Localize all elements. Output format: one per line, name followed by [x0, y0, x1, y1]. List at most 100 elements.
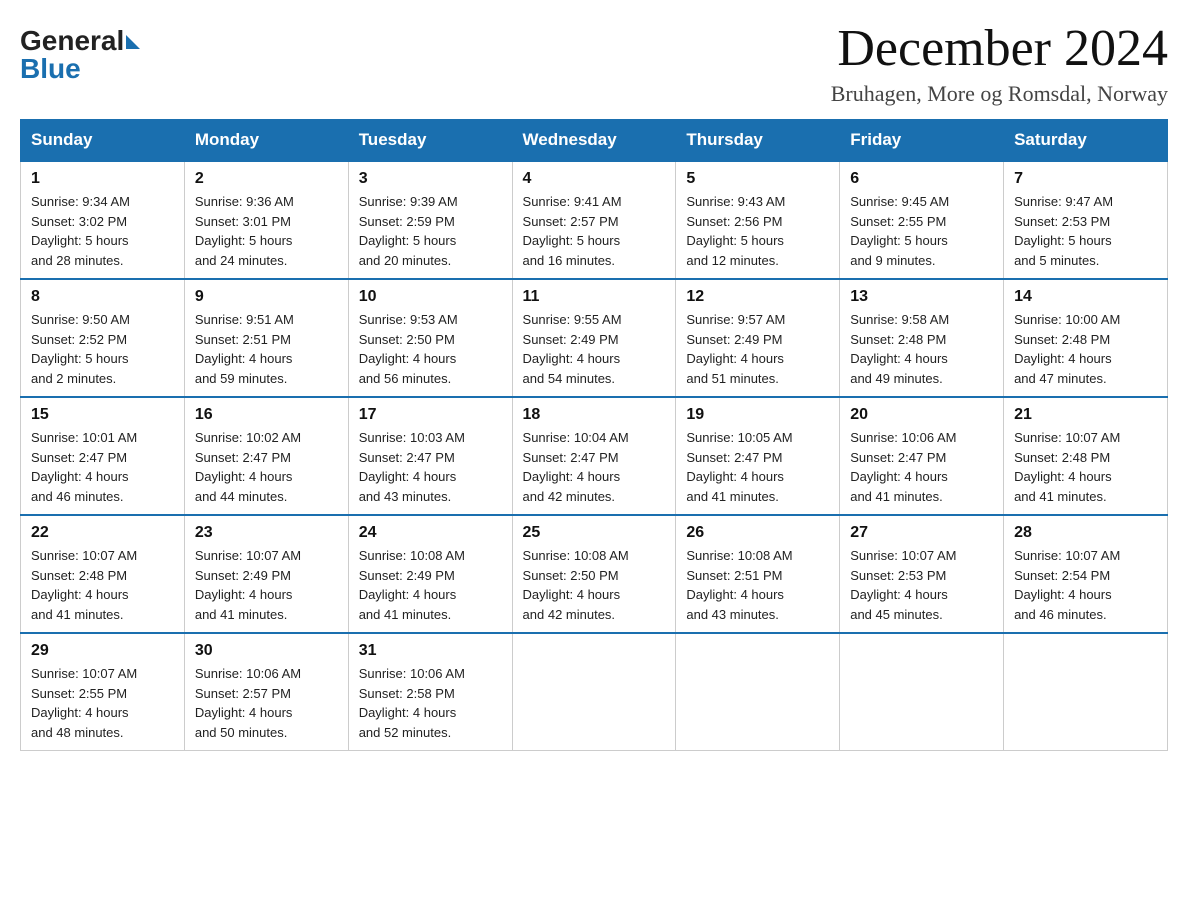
day-detail: Sunrise: 10:03 AMSunset: 2:47 PMDaylight…	[359, 430, 465, 504]
day-detail: Sunrise: 10:06 AMSunset: 2:47 PMDaylight…	[850, 430, 956, 504]
day-of-week-thursday: Thursday	[676, 120, 840, 162]
calendar-cell: 21 Sunrise: 10:07 AMSunset: 2:48 PMDayli…	[1004, 397, 1168, 515]
day-number: 9	[195, 288, 338, 306]
day-number: 6	[850, 170, 993, 188]
day-detail: Sunrise: 10:05 AMSunset: 2:47 PMDaylight…	[686, 430, 792, 504]
day-number: 18	[523, 406, 666, 424]
day-number: 3	[359, 170, 502, 188]
day-detail: Sunrise: 9:47 AMSunset: 2:53 PMDaylight:…	[1014, 194, 1113, 268]
day-detail: Sunrise: 9:51 AMSunset: 2:51 PMDaylight:…	[195, 312, 294, 386]
day-number: 12	[686, 288, 829, 306]
calendar-cell: 6 Sunrise: 9:45 AMSunset: 2:55 PMDayligh…	[840, 161, 1004, 279]
day-of-week-monday: Monday	[184, 120, 348, 162]
calendar-cell: 15 Sunrise: 10:01 AMSunset: 2:47 PMDayli…	[21, 397, 185, 515]
day-number: 2	[195, 170, 338, 188]
day-number: 26	[686, 524, 829, 542]
day-number: 8	[31, 288, 174, 306]
calendar-cell: 2 Sunrise: 9:36 AMSunset: 3:01 PMDayligh…	[184, 161, 348, 279]
day-number: 4	[523, 170, 666, 188]
day-number: 28	[1014, 524, 1157, 542]
calendar-cell: 19 Sunrise: 10:05 AMSunset: 2:47 PMDayli…	[676, 397, 840, 515]
day-detail: Sunrise: 10:06 AMSunset: 2:58 PMDaylight…	[359, 666, 465, 740]
day-detail: Sunrise: 10:07 AMSunset: 2:48 PMDaylight…	[31, 548, 137, 622]
day-number: 13	[850, 288, 993, 306]
day-detail: Sunrise: 9:53 AMSunset: 2:50 PMDaylight:…	[359, 312, 458, 386]
calendar-header: SundayMondayTuesdayWednesdayThursdayFrid…	[21, 120, 1168, 162]
calendar-cell: 4 Sunrise: 9:41 AMSunset: 2:57 PMDayligh…	[512, 161, 676, 279]
calendar-cell: 28 Sunrise: 10:07 AMSunset: 2:54 PMDayli…	[1004, 515, 1168, 633]
calendar-cell: 7 Sunrise: 9:47 AMSunset: 2:53 PMDayligh…	[1004, 161, 1168, 279]
day-detail: Sunrise: 10:02 AMSunset: 2:47 PMDaylight…	[195, 430, 301, 504]
day-detail: Sunrise: 9:55 AMSunset: 2:49 PMDaylight:…	[523, 312, 622, 386]
day-number: 7	[1014, 170, 1157, 188]
day-number: 30	[195, 642, 338, 660]
calendar-cell: 14 Sunrise: 10:00 AMSunset: 2:48 PMDayli…	[1004, 279, 1168, 397]
calendar-cell: 24 Sunrise: 10:08 AMSunset: 2:49 PMDayli…	[348, 515, 512, 633]
day-number: 25	[523, 524, 666, 542]
month-title: December 2024	[831, 20, 1168, 77]
day-detail: Sunrise: 10:07 AMSunset: 2:53 PMDaylight…	[850, 548, 956, 622]
day-number: 22	[31, 524, 174, 542]
day-number: 17	[359, 406, 502, 424]
day-number: 29	[31, 642, 174, 660]
day-detail: Sunrise: 9:58 AMSunset: 2:48 PMDaylight:…	[850, 312, 949, 386]
calendar-cell: 22 Sunrise: 10:07 AMSunset: 2:48 PMDayli…	[21, 515, 185, 633]
day-of-week-wednesday: Wednesday	[512, 120, 676, 162]
calendar-table: SundayMondayTuesdayWednesdayThursdayFrid…	[20, 119, 1168, 751]
calendar-cell: 30 Sunrise: 10:06 AMSunset: 2:57 PMDayli…	[184, 633, 348, 751]
day-of-week-tuesday: Tuesday	[348, 120, 512, 162]
day-detail: Sunrise: 9:39 AMSunset: 2:59 PMDaylight:…	[359, 194, 458, 268]
day-of-week-sunday: Sunday	[21, 120, 185, 162]
day-number: 21	[1014, 406, 1157, 424]
logo-arrow-icon	[126, 35, 140, 49]
calendar-cell: 5 Sunrise: 9:43 AMSunset: 2:56 PMDayligh…	[676, 161, 840, 279]
title-block: December 2024 Bruhagen, More og Romsdal,…	[831, 20, 1168, 107]
calendar-cell: 17 Sunrise: 10:03 AMSunset: 2:47 PMDayli…	[348, 397, 512, 515]
calendar-cell: 11 Sunrise: 9:55 AMSunset: 2:49 PMDaylig…	[512, 279, 676, 397]
logo-general-text: General	[20, 25, 124, 56]
day-detail: Sunrise: 10:07 AMSunset: 2:48 PMDaylight…	[1014, 430, 1120, 504]
day-number: 27	[850, 524, 993, 542]
day-detail: Sunrise: 10:07 AMSunset: 2:55 PMDaylight…	[31, 666, 137, 740]
calendar-cell: 16 Sunrise: 10:02 AMSunset: 2:47 PMDayli…	[184, 397, 348, 515]
calendar-cell: 26 Sunrise: 10:08 AMSunset: 2:51 PMDayli…	[676, 515, 840, 633]
week-row-2: 8 Sunrise: 9:50 AMSunset: 2:52 PMDayligh…	[21, 279, 1168, 397]
day-detail: Sunrise: 9:50 AMSunset: 2:52 PMDaylight:…	[31, 312, 130, 386]
page-header: General Blue December 2024 Bruhagen, Mor…	[20, 20, 1168, 107]
logo: General Blue	[20, 20, 140, 85]
day-detail: Sunrise: 10:01 AMSunset: 2:47 PMDaylight…	[31, 430, 137, 504]
calendar-body: 1 Sunrise: 9:34 AMSunset: 3:02 PMDayligh…	[21, 161, 1168, 751]
day-detail: Sunrise: 9:34 AMSunset: 3:02 PMDaylight:…	[31, 194, 130, 268]
day-number: 10	[359, 288, 502, 306]
calendar-cell	[1004, 633, 1168, 751]
week-row-5: 29 Sunrise: 10:07 AMSunset: 2:55 PMDayli…	[21, 633, 1168, 751]
calendar-cell: 23 Sunrise: 10:07 AMSunset: 2:49 PMDayli…	[184, 515, 348, 633]
day-number: 31	[359, 642, 502, 660]
week-row-3: 15 Sunrise: 10:01 AMSunset: 2:47 PMDayli…	[21, 397, 1168, 515]
calendar-cell: 27 Sunrise: 10:07 AMSunset: 2:53 PMDayli…	[840, 515, 1004, 633]
calendar-cell: 1 Sunrise: 9:34 AMSunset: 3:02 PMDayligh…	[21, 161, 185, 279]
day-number: 19	[686, 406, 829, 424]
day-detail: Sunrise: 10:06 AMSunset: 2:57 PMDaylight…	[195, 666, 301, 740]
logo-blue-text: Blue	[20, 53, 140, 85]
calendar-cell: 9 Sunrise: 9:51 AMSunset: 2:51 PMDayligh…	[184, 279, 348, 397]
day-number: 24	[359, 524, 502, 542]
calendar-cell	[512, 633, 676, 751]
days-of-week-row: SundayMondayTuesdayWednesdayThursdayFrid…	[21, 120, 1168, 162]
day-number: 23	[195, 524, 338, 542]
day-detail: Sunrise: 9:43 AMSunset: 2:56 PMDaylight:…	[686, 194, 785, 268]
calendar-cell: 25 Sunrise: 10:08 AMSunset: 2:50 PMDayli…	[512, 515, 676, 633]
calendar-cell: 8 Sunrise: 9:50 AMSunset: 2:52 PMDayligh…	[21, 279, 185, 397]
calendar-cell: 31 Sunrise: 10:06 AMSunset: 2:58 PMDayli…	[348, 633, 512, 751]
day-detail: Sunrise: 10:04 AMSunset: 2:47 PMDaylight…	[523, 430, 629, 504]
day-number: 20	[850, 406, 993, 424]
day-number: 11	[523, 288, 666, 306]
day-detail: Sunrise: 9:57 AMSunset: 2:49 PMDaylight:…	[686, 312, 785, 386]
day-of-week-saturday: Saturday	[1004, 120, 1168, 162]
day-detail: Sunrise: 9:45 AMSunset: 2:55 PMDaylight:…	[850, 194, 949, 268]
calendar-cell: 20 Sunrise: 10:06 AMSunset: 2:47 PMDayli…	[840, 397, 1004, 515]
day-detail: Sunrise: 10:07 AMSunset: 2:54 PMDaylight…	[1014, 548, 1120, 622]
day-detail: Sunrise: 9:41 AMSunset: 2:57 PMDaylight:…	[523, 194, 622, 268]
day-detail: Sunrise: 10:08 AMSunset: 2:49 PMDaylight…	[359, 548, 465, 622]
day-detail: Sunrise: 10:08 AMSunset: 2:50 PMDaylight…	[523, 548, 629, 622]
